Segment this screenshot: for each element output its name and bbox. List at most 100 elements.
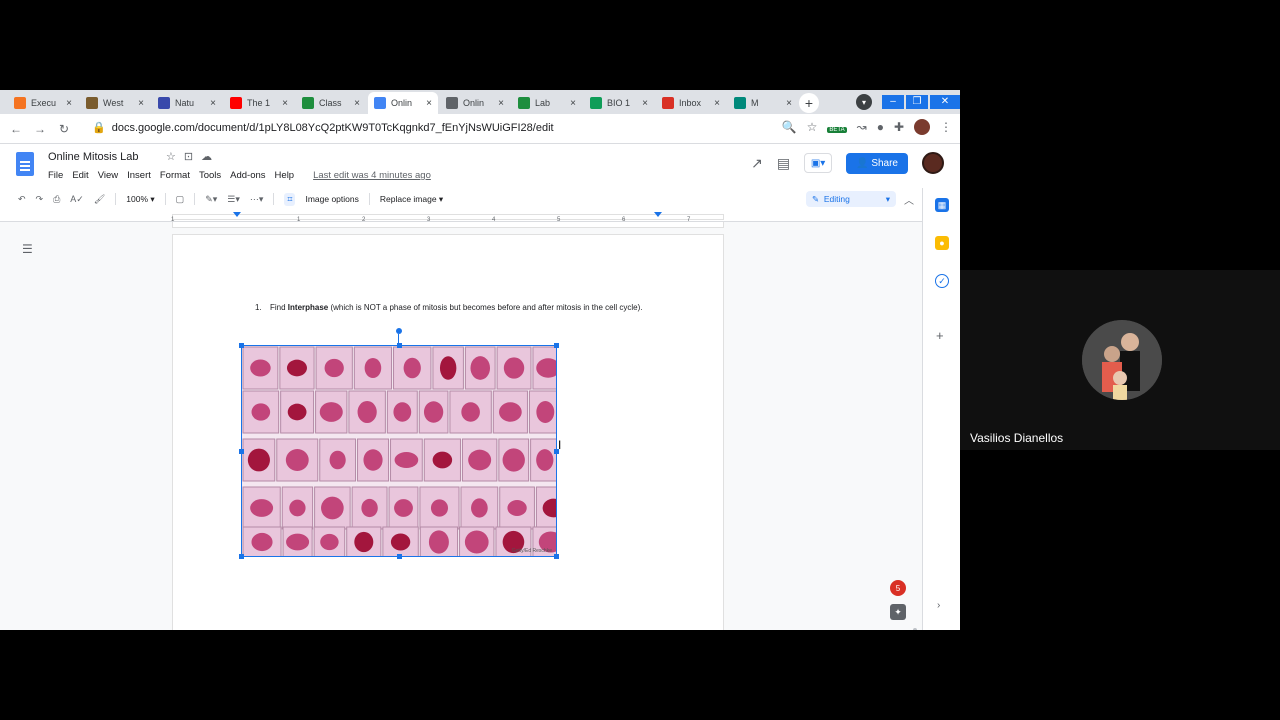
tab-4[interactable]: Class × bbox=[296, 92, 366, 114]
reload-icon[interactable]: ↻ bbox=[52, 122, 76, 136]
border-color-icon[interactable]: ✎▾ bbox=[205, 194, 217, 205]
resize-handle-bottom[interactable] bbox=[397, 554, 402, 559]
extensions-puzzle-icon[interactable]: ✚ bbox=[894, 120, 904, 134]
replace-image-button[interactable]: Replace image ▾ bbox=[380, 194, 443, 205]
tab-5[interactable]: Onlin × bbox=[368, 92, 438, 114]
paint-format-icon[interactable]: 🖌 bbox=[94, 194, 105, 205]
tab-close-icon[interactable]: × bbox=[354, 98, 360, 109]
tab-close-icon[interactable]: × bbox=[498, 98, 504, 109]
menu-help[interactable]: Help bbox=[275, 170, 295, 181]
extension-circle-icon[interactable]: ● bbox=[877, 120, 884, 134]
ruler[interactable]: 11234567 bbox=[0, 212, 922, 223]
extension-beta-icon[interactable]: BETA bbox=[827, 120, 847, 134]
tab-close-icon[interactable]: × bbox=[282, 98, 288, 109]
menu-tools[interactable]: Tools bbox=[199, 170, 221, 181]
crop-icon[interactable]: ⌗ bbox=[284, 192, 296, 206]
extension-icon[interactable]: ↝ bbox=[857, 120, 867, 134]
bookmark-star-icon[interactable]: ☆ bbox=[807, 120, 818, 134]
bold-term: Interphase bbox=[287, 303, 329, 312]
participant-avatar bbox=[1082, 320, 1162, 400]
undo-icon[interactable]: ↶ bbox=[18, 194, 26, 205]
present-meeting-button[interactable]: ▣▾ bbox=[804, 153, 833, 173]
tab-search-icon[interactable]: ▾ bbox=[856, 94, 872, 110]
tab-8[interactable]: BIO 1 × bbox=[584, 92, 654, 114]
document-outline-icon[interactable]: ☰ bbox=[22, 242, 33, 256]
selected-image[interactable]: Getty/Ed Reschke bbox=[239, 328, 559, 559]
vertical-scrollbar[interactable] bbox=[913, 628, 917, 630]
left-indent-marker[interactable] bbox=[233, 212, 241, 217]
add-ons-plus-icon[interactable]: + bbox=[936, 328, 944, 343]
document-title[interactable]: Online Mitosis Lab bbox=[48, 151, 139, 163]
activity-trend-icon[interactable]: ↗ bbox=[751, 155, 763, 172]
border-dash-icon[interactable]: ⋯▾ bbox=[250, 194, 264, 205]
right-indent-marker[interactable] bbox=[654, 212, 662, 217]
zoom-icon[interactable]: 🔍 bbox=[782, 120, 797, 134]
browser-menu-icon[interactable]: ⋮ bbox=[940, 120, 952, 134]
tab-close-icon[interactable]: × bbox=[426, 98, 432, 109]
border-weight-icon[interactable]: ☰▾ bbox=[227, 194, 240, 205]
keep-icon[interactable]: ● bbox=[935, 236, 949, 250]
menu-format[interactable]: Format bbox=[160, 170, 190, 181]
tab-close-icon[interactable]: × bbox=[714, 98, 720, 109]
explore-icon[interactable]: ✦ bbox=[890, 604, 906, 620]
notification-badge[interactable]: 5 bbox=[890, 580, 906, 596]
insert-comment-icon[interactable]: ▢ bbox=[176, 194, 185, 205]
profile-avatar[interactable] bbox=[914, 119, 930, 135]
resize-handle-bottom-left[interactable] bbox=[239, 554, 244, 559]
tab-10[interactable]: M × bbox=[728, 92, 798, 114]
close-window-button[interactable]: ✕ bbox=[930, 95, 960, 109]
tasks-icon[interactable]: ✓ bbox=[935, 274, 949, 288]
print-icon[interactable]: ⎙ bbox=[53, 194, 60, 205]
menu-insert[interactable]: Insert bbox=[127, 170, 151, 181]
tab-label: M bbox=[751, 98, 759, 108]
docs-logo-icon[interactable] bbox=[16, 152, 34, 176]
menu-view[interactable]: View bbox=[98, 170, 118, 181]
tab-2[interactable]: Natu × bbox=[152, 92, 222, 114]
share-button[interactable]: 👤 Share bbox=[846, 152, 908, 174]
menu-file[interactable]: File bbox=[48, 170, 63, 181]
resize-handle-bottom-right[interactable] bbox=[554, 554, 559, 559]
menu-edit[interactable]: Edit bbox=[72, 170, 88, 181]
resize-handle-top[interactable] bbox=[397, 343, 402, 348]
comments-icon[interactable]: ▤ bbox=[777, 155, 790, 172]
tab-0[interactable]: Execu × bbox=[8, 92, 78, 114]
spellcheck-icon[interactable]: A✓ bbox=[70, 194, 84, 205]
image-options-button[interactable]: Image options bbox=[305, 194, 358, 204]
redo-icon[interactable]: ↷ bbox=[36, 194, 44, 205]
tab-close-icon[interactable]: × bbox=[786, 98, 792, 109]
document-page[interactable]: 1. Find Interphase (which is NOT a phase… bbox=[172, 234, 724, 630]
editing-mode-select[interactable]: ✎ Editing ▾ bbox=[806, 191, 896, 207]
tab-close-icon[interactable]: × bbox=[570, 98, 576, 109]
list-item[interactable]: 1. Find Interphase (which is NOT a phase… bbox=[255, 301, 655, 314]
move-folder-icon[interactable]: ⊡ bbox=[184, 150, 193, 163]
menu-add-ons[interactable]: Add-ons bbox=[230, 170, 265, 181]
back-icon[interactable]: ← bbox=[4, 122, 28, 136]
tab-3[interactable]: The 1 × bbox=[224, 92, 294, 114]
restore-button[interactable]: ❐ bbox=[906, 95, 928, 109]
new-tab-button[interactable]: + bbox=[799, 93, 819, 113]
tab-9[interactable]: Inbox × bbox=[656, 92, 726, 114]
tab-close-icon[interactable]: × bbox=[66, 98, 72, 109]
zoom-select[interactable]: 100% ▾ bbox=[126, 194, 154, 205]
last-edit-link[interactable]: Last edit was 4 minutes ago bbox=[313, 170, 431, 181]
user-avatar[interactable] bbox=[922, 152, 944, 174]
minimize-button[interactable]: – bbox=[882, 95, 904, 109]
rotate-handle[interactable] bbox=[396, 328, 402, 334]
tab-close-icon[interactable]: × bbox=[642, 98, 648, 109]
star-icon[interactable]: ☆ bbox=[166, 150, 176, 163]
resize-handle-left[interactable] bbox=[239, 449, 244, 454]
calendar-icon[interactable]: ▦ bbox=[935, 198, 949, 212]
tab-close-icon[interactable]: × bbox=[138, 98, 144, 109]
resize-handle-top-right[interactable] bbox=[554, 343, 559, 348]
collapse-menus-icon[interactable]: ︿ bbox=[904, 192, 914, 207]
url-field[interactable]: 🔒 docs.google.com/document/d/1pLY8L08YcQ2… bbox=[92, 121, 554, 134]
tab-7[interactable]: Lab × bbox=[512, 92, 582, 114]
forward-icon[interactable]: → bbox=[28, 122, 52, 136]
tab-6[interactable]: Onlin × bbox=[440, 92, 510, 114]
tab-1[interactable]: West × bbox=[80, 92, 150, 114]
previous-page bbox=[172, 222, 724, 228]
expand-panel-icon[interactable]: › bbox=[937, 600, 940, 611]
tab-close-icon[interactable]: × bbox=[210, 98, 216, 109]
resize-handle-top-left[interactable] bbox=[239, 343, 244, 348]
cloud-status-icon[interactable]: ☁ bbox=[201, 150, 212, 163]
